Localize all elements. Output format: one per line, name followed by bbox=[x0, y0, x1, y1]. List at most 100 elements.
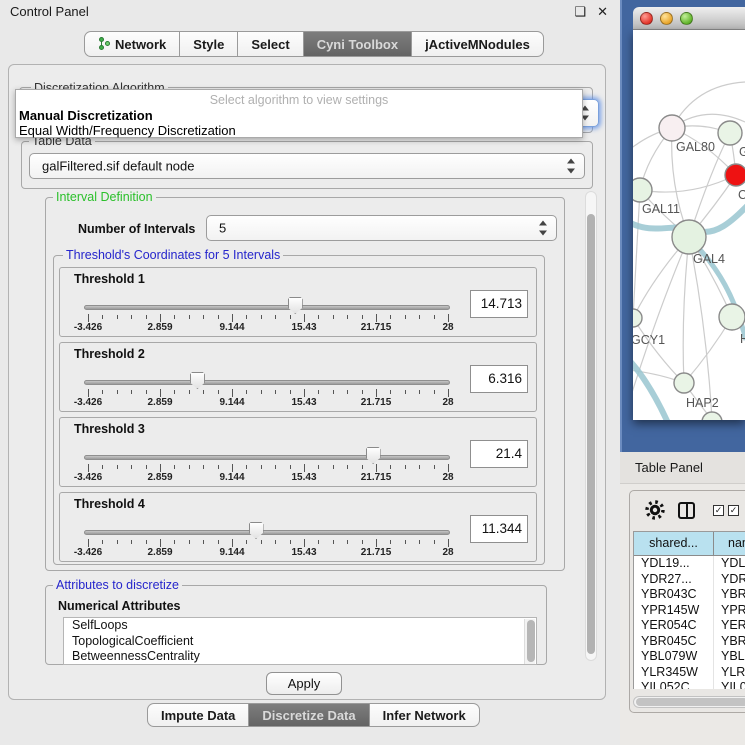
table-row[interactable]: YDL19...YDL1 bbox=[634, 556, 745, 572]
columns-icon[interactable] bbox=[678, 502, 695, 519]
bottom-tab-bar: Impute Data Discretize Data Infer Network bbox=[147, 703, 480, 727]
cell-name: YDR2 bbox=[714, 572, 745, 588]
tab-cyni-toolbox[interactable]: Cyni Toolbox bbox=[304, 31, 412, 57]
slider-thumb[interactable] bbox=[288, 297, 303, 314]
table-toolbar: ✓ ✓ bbox=[630, 491, 745, 529]
cell-name: YDL1 bbox=[714, 556, 745, 572]
minimize-traffic-light-icon[interactable] bbox=[660, 12, 673, 25]
apply-button[interactable]: Apply bbox=[266, 672, 342, 695]
attribute-list-item[interactable]: BetweennessCentrality bbox=[64, 649, 536, 665]
close-traffic-light-icon[interactable] bbox=[640, 12, 653, 25]
network-node-gal4[interactable] bbox=[672, 220, 706, 254]
slider-ticks bbox=[88, 463, 448, 472]
cell-shared-name: YBL079W bbox=[634, 649, 714, 665]
slider-tick-labels: -3.4262.8599.14415.4321.71528 bbox=[88, 397, 448, 409]
dropdown-item-manual-discretization[interactable]: Manual Discretization bbox=[19, 108, 153, 123]
column-header-shared-name[interactable]: shared... bbox=[634, 532, 714, 555]
threshold-value-field[interactable]: 14.713 bbox=[470, 290, 528, 318]
slider-track[interactable] bbox=[84, 305, 450, 310]
tab-jactivemnodules[interactable]: jActiveMNodules bbox=[412, 31, 544, 57]
threshold-value-field[interactable]: 21.4 bbox=[470, 440, 528, 468]
slider-thumb[interactable] bbox=[190, 372, 205, 389]
network-view-canvas[interactable]: GAL80GCGAL11GAL4GCY1HHAP2 bbox=[633, 30, 745, 420]
tab-cyni-toolbox-label: Cyni Toolbox bbox=[317, 37, 398, 52]
network-node-h[interactable] bbox=[719, 304, 745, 330]
table-horizontal-scrollbar[interactable] bbox=[633, 696, 745, 708]
control-panel-window: Control Panel ❑ ✕ Network Style Select Cyni… bbox=[0, 0, 620, 745]
combo-stepper-icon bbox=[539, 221, 548, 236]
numerical-attributes-list: SelfLoopsTopologicalCoefficientBetweenne… bbox=[63, 617, 537, 665]
threshold-panel-3: Threshold 3-3.4262.8599.14415.4321.71528… bbox=[59, 417, 537, 487]
control-panel-titlebar: Control Panel ❑ ✕ bbox=[0, 0, 620, 24]
tab-style[interactable]: Style bbox=[180, 31, 238, 57]
cell-shared-name: YPR145W bbox=[634, 603, 714, 619]
slider-track[interactable] bbox=[84, 530, 450, 535]
slider-thumb[interactable] bbox=[366, 447, 381, 464]
tab-bar: Network Style Select Cyni Toolbox jActiveMNo… bbox=[84, 31, 544, 57]
network-node-gal80[interactable] bbox=[659, 115, 685, 141]
checkbox-icon[interactable]: ✓ bbox=[728, 505, 739, 516]
table-row[interactable]: YBR043CYBR0 bbox=[634, 587, 745, 603]
cell-name: YBR0 bbox=[714, 634, 745, 650]
table-body: YDL19...YDL1YDR27...YDR2YBR043CYBR0YPR14… bbox=[634, 556, 745, 689]
threshold-value-field[interactable]: 11.344 bbox=[470, 515, 528, 543]
network-node-gal11[interactable] bbox=[633, 178, 652, 202]
table-row[interactable]: YBL079WYBL0 bbox=[634, 649, 745, 665]
attributes-items: SelfLoopsTopologicalCoefficientBetweenne… bbox=[64, 618, 536, 665]
network-node-gcy1[interactable] bbox=[633, 309, 642, 327]
table-row[interactable]: YDR27...YDR2 bbox=[634, 572, 745, 588]
cell-shared-name: YDL19... bbox=[634, 556, 714, 572]
table-data-combo-value: galFiltered.sif default node bbox=[42, 159, 194, 174]
tab-network[interactable]: Network bbox=[84, 31, 180, 57]
checkbox-icon[interactable]: ✓ bbox=[713, 505, 724, 516]
zoom-traffic-light-icon[interactable] bbox=[680, 12, 693, 25]
network-node[interactable] bbox=[702, 412, 722, 420]
bottom-tab-impute-data[interactable]: Impute Data bbox=[147, 703, 249, 727]
table-row[interactable]: YIL052CYIL0 bbox=[634, 680, 745, 689]
cell-name: YPR1 bbox=[714, 603, 745, 619]
dropdown-item-equal-width[interactable]: Equal Width/Frequency Discretization bbox=[19, 123, 236, 138]
number-of-intervals-combo[interactable]: 5 bbox=[206, 215, 557, 241]
slider-thumb[interactable] bbox=[249, 522, 264, 539]
table-row[interactable]: YBR045CYBR0 bbox=[634, 634, 745, 650]
number-of-intervals-value: 5 bbox=[219, 221, 226, 236]
cell-shared-name: YER054C bbox=[634, 618, 714, 634]
table-row[interactable]: YER054CYER0 bbox=[634, 618, 745, 634]
slider-track[interactable] bbox=[84, 380, 450, 385]
bottom-tab-infer-network[interactable]: Infer Network bbox=[370, 703, 480, 727]
threshold-label: Threshold 2 bbox=[74, 347, 145, 361]
cell-shared-name: YBR045C bbox=[634, 634, 714, 650]
table-row[interactable]: YLR345WYLR3 bbox=[634, 665, 745, 681]
slider-track[interactable] bbox=[84, 455, 450, 460]
thresholds-group-label: Threshold's Coordinates for 5 Intervals bbox=[63, 248, 283, 262]
network-node-label: GAL4 bbox=[693, 252, 725, 266]
screen: Control Panel ❑ ✕ Network Style Select Cyni… bbox=[0, 0, 745, 745]
network-window-titlebar bbox=[633, 7, 745, 30]
table-data-combo[interactable]: galFiltered.sif default node bbox=[29, 153, 585, 179]
cell-name: YBR0 bbox=[714, 587, 745, 603]
network-edge bbox=[683, 237, 689, 383]
network-node-g[interactable] bbox=[718, 121, 742, 145]
network-graph: GAL80GCGAL11GAL4GCY1HHAP2 bbox=[633, 30, 745, 420]
threshold-value-field[interactable]: 6.316 bbox=[470, 365, 528, 393]
column-header-name[interactable]: name bbox=[714, 532, 745, 555]
bottom-tab-discretize-data[interactable]: Discretize Data bbox=[249, 703, 369, 727]
table-row[interactable]: YPR145WYPR1 bbox=[634, 603, 745, 619]
algorithm-dropdown-popup: Select algorithm to view settings Manual… bbox=[15, 89, 583, 138]
tab-jactivemnodules-label: jActiveMNodules bbox=[425, 37, 530, 52]
gear-icon[interactable] bbox=[645, 500, 665, 520]
tab-select-label: Select bbox=[251, 37, 289, 52]
close-window-icon[interactable]: ✕ bbox=[597, 4, 608, 20]
tab-network-label: Network bbox=[115, 37, 166, 52]
threshold-panel-4: Threshold 4-3.4262.8599.14415.4321.71528… bbox=[59, 492, 537, 562]
tab-select[interactable]: Select bbox=[238, 31, 303, 57]
slider-tick-labels: -3.4262.8599.14415.4321.71528 bbox=[88, 472, 448, 484]
network-node-c[interactable] bbox=[725, 164, 745, 186]
attribute-list-item[interactable]: SelfLoops bbox=[64, 618, 536, 634]
panel-vertical-scrollbar[interactable] bbox=[585, 191, 597, 661]
float-window-icon[interactable]: ❑ bbox=[574, 4, 586, 20]
bottom-tab-discretize-data-label: Discretize Data bbox=[262, 708, 355, 723]
network-node-hap2[interactable] bbox=[674, 373, 694, 393]
attributes-scrollbar[interactable] bbox=[524, 619, 535, 665]
attribute-list-item[interactable]: TopologicalCoefficient bbox=[64, 634, 536, 650]
